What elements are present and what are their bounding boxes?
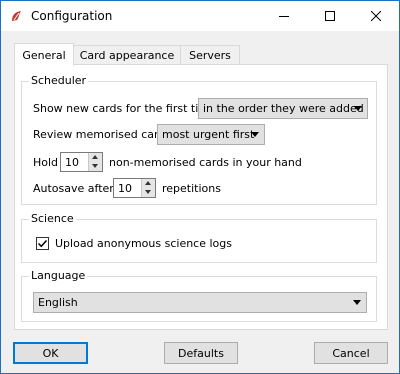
review-order-select[interactable]: most urgent first bbox=[157, 124, 265, 145]
autosave-spin-buttons bbox=[141, 179, 155, 197]
chevron-down-icon bbox=[354, 106, 362, 111]
maximize-icon bbox=[325, 11, 335, 21]
hold-count-spinbox[interactable]: 10 bbox=[60, 152, 103, 172]
window-title: Configuration bbox=[31, 9, 113, 23]
upload-logs-label[interactable]: Upload anonymous science logs bbox=[55, 237, 232, 250]
autosave-suffix-label: repetitions bbox=[162, 182, 221, 195]
maximize-button[interactable] bbox=[307, 1, 353, 31]
autosave-label: Autosave after bbox=[33, 182, 114, 195]
tab-servers[interactable]: Servers bbox=[180, 45, 240, 64]
hold-suffix-label: non-memorised cards in your hand bbox=[109, 156, 302, 169]
hold-label: Hold bbox=[33, 156, 59, 169]
minimize-button[interactable] bbox=[261, 1, 307, 31]
new-cards-label: Show new cards for the first time bbox=[33, 102, 216, 115]
language-group-title: Language bbox=[29, 269, 88, 282]
autosave-count-value: 10 bbox=[118, 182, 132, 195]
chevron-down-icon bbox=[353, 300, 361, 305]
defaults-button[interactable]: Defaults bbox=[164, 342, 238, 364]
hold-spin-buttons bbox=[88, 153, 102, 171]
close-icon bbox=[371, 11, 381, 21]
scheduler-group-title: Scheduler bbox=[29, 74, 89, 87]
hold-count-value: 10 bbox=[65, 156, 79, 169]
science-group-title: Science bbox=[29, 212, 76, 225]
checkmark-icon bbox=[37, 239, 48, 248]
new-cards-order-select[interactable]: in the order they were added bbox=[198, 98, 368, 119]
close-button[interactable] bbox=[353, 1, 399, 31]
upload-logs-checkbox[interactable] bbox=[36, 237, 49, 250]
science-group: Science Upload anonymous science logs bbox=[21, 212, 377, 263]
language-value: English bbox=[38, 296, 78, 309]
chevron-down-icon bbox=[251, 132, 259, 137]
minimize-icon bbox=[279, 16, 289, 17]
tab-card-appearance[interactable]: Card appearance bbox=[73, 45, 181, 64]
ok-button[interactable]: OK bbox=[13, 342, 88, 364]
general-panel: Scheduler Show new cards for the first t… bbox=[14, 64, 388, 330]
scheduler-group: Scheduler Show new cards for the first t… bbox=[21, 74, 377, 205]
app-icon bbox=[12, 11, 21, 21]
new-cards-order-value: in the order they were added bbox=[203, 102, 364, 115]
title-bar: Configuration bbox=[1, 1, 399, 31]
cancel-button[interactable]: Cancel bbox=[314, 342, 388, 364]
spin-down-icon[interactable] bbox=[142, 188, 155, 197]
review-label: Review memorised cards bbox=[33, 128, 172, 141]
tab-general[interactable]: General bbox=[14, 43, 74, 66]
spin-down-icon[interactable] bbox=[89, 162, 102, 171]
configuration-window: Configuration General Card appearance Se… bbox=[0, 0, 400, 374]
language-select[interactable]: English bbox=[33, 292, 367, 313]
review-order-value: most urgent first bbox=[162, 128, 255, 141]
autosave-count-spinbox[interactable]: 10 bbox=[113, 178, 156, 198]
language-group: Language English bbox=[21, 269, 377, 322]
